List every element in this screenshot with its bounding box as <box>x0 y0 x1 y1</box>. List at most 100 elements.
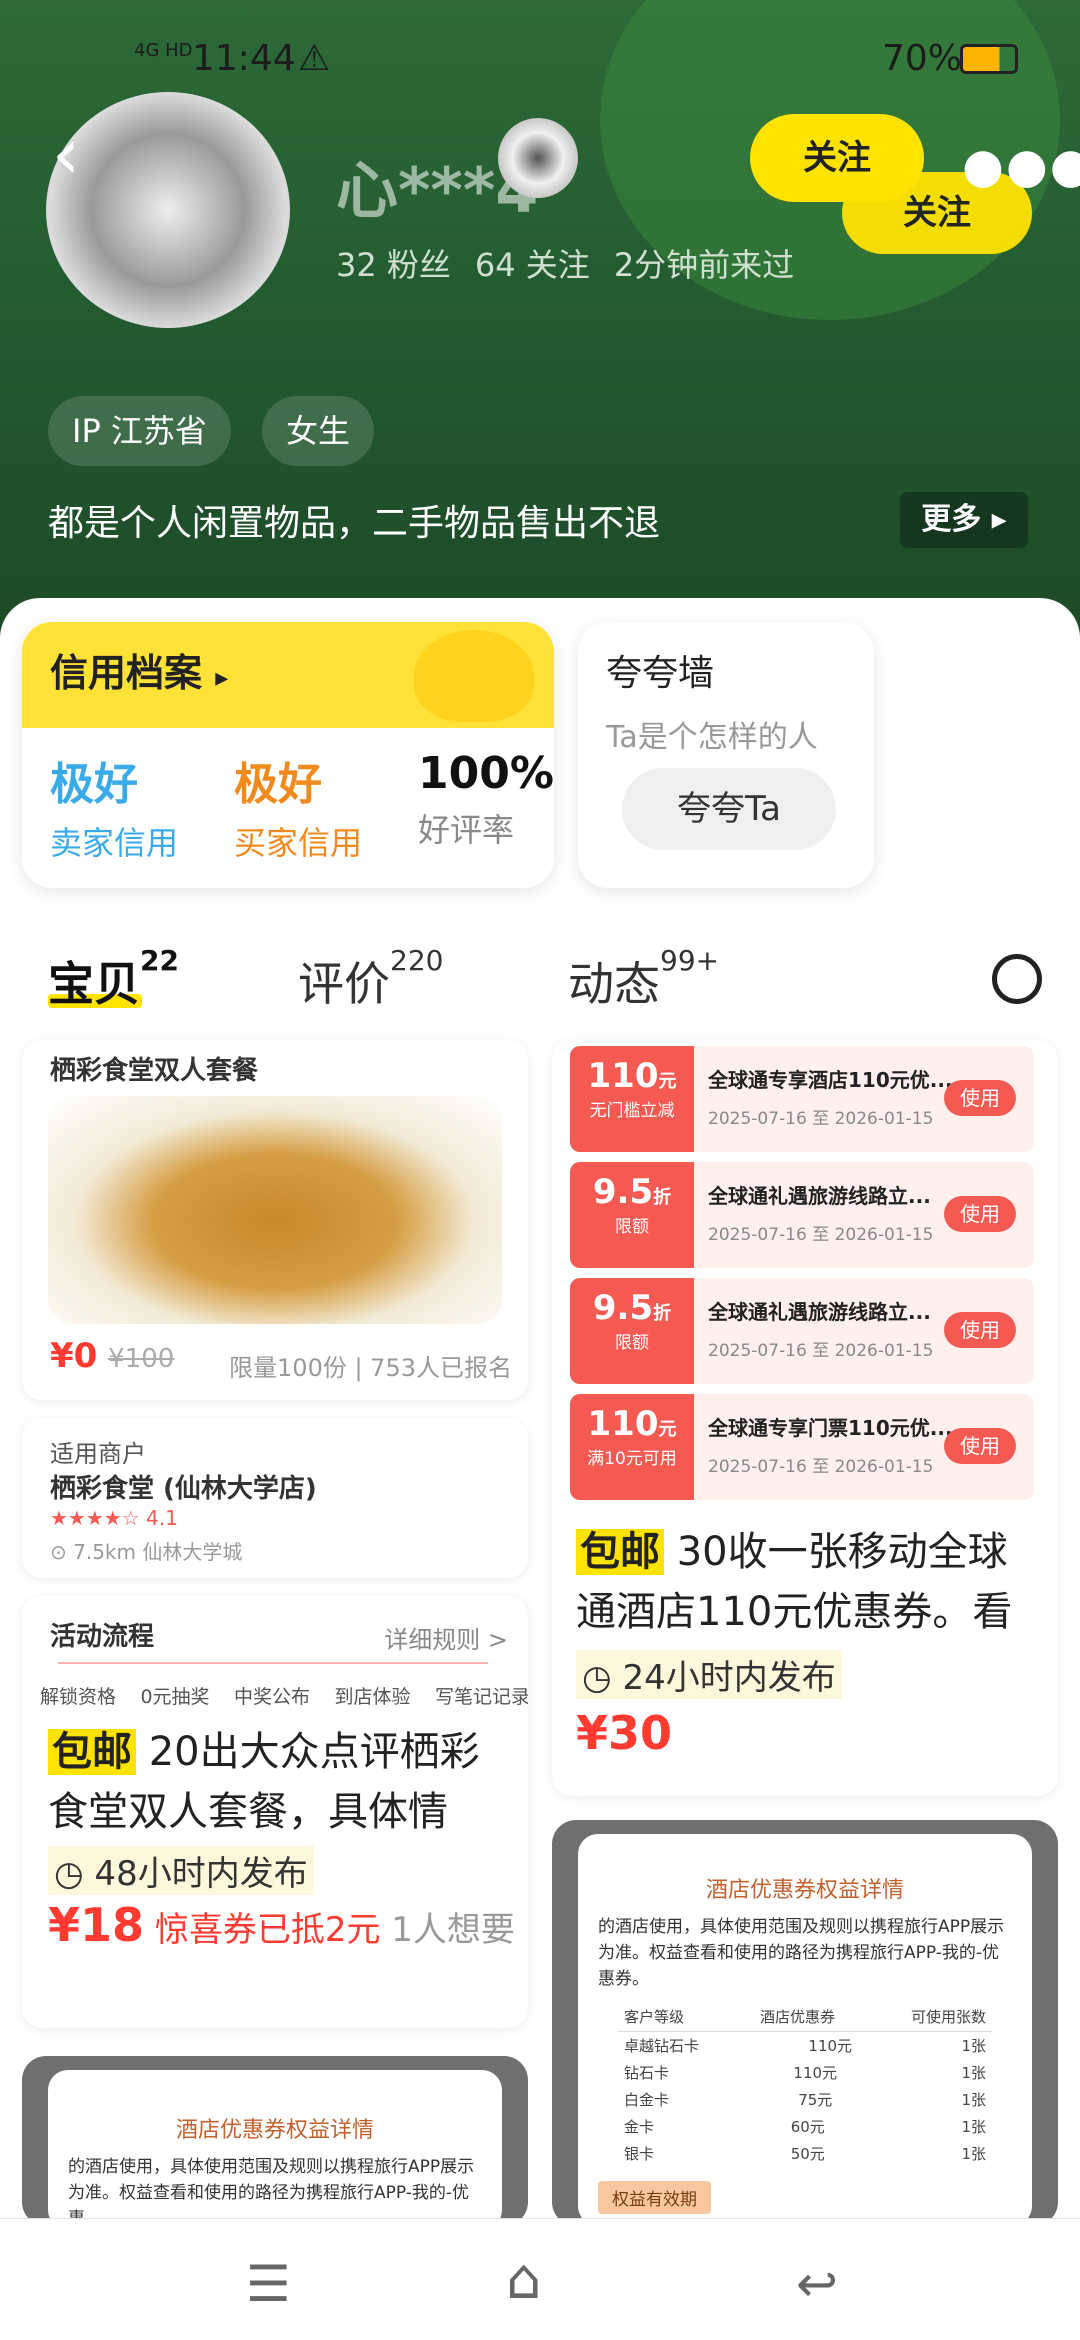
detail-cell: 1张 <box>961 2091 986 2109</box>
back-arrow-icon[interactable]: ‹ <box>52 119 112 194</box>
coupon-item: 9.5折 限额 全球通礼遇旅游线路立... 2025-07-16 至 2026-0… <box>570 1278 1034 1384</box>
detail-cell: 1张 <box>961 2064 986 2082</box>
tab-activity[interactable]: 动态99+ <box>568 944 719 1014</box>
buyer-credit: 极好 买家信用 <box>234 748 362 864</box>
system-nav-bar: ☰ ⌂ ↩ <box>0 2218 1080 2340</box>
meal-limit: 限量100份 | 753人已报名 <box>229 1354 512 1382</box>
detail-cell: 50元 <box>790 2145 825 2163</box>
back-icon[interactable]: ↩ <box>796 2255 838 2313</box>
coupon-item: 110元 满10元可用 全球通专享门票110元优... 2025-07-16 至 … <box>570 1394 1034 1500</box>
item2-title[interactable]: 包邮 30收一张移动全球通酒店110元优惠券。看 <box>576 1522 1036 1642</box>
tab-activity-label: 动态 <box>568 957 660 1011</box>
item1-coupon: 惊喜券已抵2元 <box>154 1910 381 1950</box>
item1-time-text: 48小时内发布 <box>94 1854 308 1894</box>
coupon-unit: 元 <box>658 1419 677 1440</box>
coupon-amount: 110 <box>587 1056 659 1096</box>
merchant-heading: 适用商户 <box>50 1440 146 1468</box>
credit-profile-card[interactable]: 信用档案 ▸ 极好 卖家信用 极好 买家信用 100% 好评率 <box>22 622 554 888</box>
coupon-item: 9.5折 限额 全球通礼遇旅游线路立... 2025-07-16 至 2026-0… <box>570 1162 1034 1268</box>
coupon-unit: 元 <box>658 1071 677 1092</box>
free-shipping-badge: 包邮 <box>48 1729 136 1775</box>
coupon-use-button[interactable]: 使用 <box>944 1312 1016 1348</box>
detail-cell: 1张 <box>961 2145 986 2163</box>
item2-price: ¥30 <box>576 1706 673 1760</box>
coupon-name: 全球通礼遇旅游线路立... <box>708 1184 931 1208</box>
last-seen: 2分钟前来过 <box>613 246 795 284</box>
credit-grid: 极好 卖家信用 极好 买家信用 100% 好评率 <box>50 748 554 864</box>
detail-table-row: 金卡 60元 1张 <box>618 2113 992 2140</box>
detail-cell: 卓越钻石卡 <box>624 2037 700 2055</box>
detail-cell: 75元 <box>798 2091 833 2109</box>
detail-image-left[interactable]: 酒店优惠券权益详情 的酒店使用，具体使用范围及规则以携程旅行APP展示为准。权益… <box>22 2056 528 2230</box>
positive-rate-value: 100% <box>418 748 554 799</box>
detail-cell: 110元 <box>793 2064 838 2082</box>
item1-title[interactable]: 包邮 20出大众点评栖彩食堂双人套餐，具体情 <box>48 1722 508 1842</box>
coupon-amount-block: 9.5折 限额 <box>570 1162 694 1268</box>
home-icon[interactable]: ⌂ <box>506 2247 542 2312</box>
coupon-condition: 限额 <box>615 1333 649 1353</box>
detail-heading: 酒店优惠券权益详情 <box>705 1878 904 1903</box>
search-icon[interactable] <box>992 954 1042 1004</box>
coupon-name: 全球通专享酒店110元优... <box>708 1068 953 1092</box>
meal-photo[interactable] <box>48 1096 502 1324</box>
battery-percent: 70% <box>882 38 963 79</box>
profile-bio: 都是个人闲置物品，二手物品售出不退 <box>48 503 661 544</box>
flow-step: 写笔记记录 <box>434 1686 528 1708</box>
coupon-amount-block: 9.5折 限额 <box>570 1278 694 1384</box>
profile-stats: 32 粉丝 64 关注 2分钟前来过 <box>336 240 794 286</box>
coupon-use-button[interactable]: 使用 <box>944 1080 1016 1116</box>
detail-table-col: 酒店优惠券 <box>759 2008 835 2026</box>
menu-icon[interactable]: ☰ <box>246 2255 291 2313</box>
merchant-name: 栖彩食堂 (仙林大学店) <box>50 1474 317 1504</box>
coupon-use-button[interactable]: 使用 <box>944 1196 1016 1232</box>
meal-price-old: ¥100 <box>108 1344 175 1374</box>
merchant-distance: ⊙ 7.5km 仙林大学城 <box>50 1540 243 1564</box>
praise-subtitle: Ta是个怎样的人 <box>606 720 818 755</box>
bio-more-button[interactable]: 更多 ▸ <box>900 492 1028 548</box>
ip-location-tag: IP 江苏省 <box>48 396 231 466</box>
flow-rules-link[interactable]: 详细规则 > <box>384 1620 508 1655</box>
tab-reviews-label: 评价 <box>298 957 390 1011</box>
meal-price: ¥0 ¥100 <box>50 1336 174 1376</box>
mascot-chick-icon <box>414 630 534 722</box>
item1-listing-card[interactable]: 活动流程 详细规则 > 解锁资格 0元抽奖 中奖公布 到店体验 写笔记记录 包邮… <box>22 1596 528 2028</box>
detail-table-head: 客户等级 酒店优惠券 可使用张数 <box>618 2002 992 2032</box>
followers-count[interactable]: 32 粉丝 <box>336 240 451 286</box>
detail-heading: 酒店优惠券权益详情 <box>175 2118 374 2143</box>
coupon-amount-block: 110元 无门槛立减 <box>570 1046 694 1152</box>
tab-items-count: 22 <box>140 944 179 977</box>
warning-icon: ⚠ <box>298 38 331 79</box>
free-shipping-badge: 包邮 <box>576 1529 664 1575</box>
detail-table-row: 钻石卡 110元 1张 <box>618 2059 992 2086</box>
coupon-amount: 9.5 <box>592 1172 654 1212</box>
merchant-distance-text: 7.5km 仙林大学城 <box>73 1540 243 1564</box>
detail-table-row: 卓越钻石卡 110元 1张 <box>618 2032 992 2059</box>
credit-title: 信用档案 <box>50 651 203 695</box>
bio-more-label: 更多 <box>921 502 982 537</box>
merchant-card: 适用商户 栖彩食堂 (仙林大学店) ★★★★☆ 4.1 ⊙ 7.5km 仙林大学… <box>22 1418 528 1578</box>
coupon-use-button[interactable]: 使用 <box>944 1428 1016 1464</box>
battery-icon <box>960 44 1018 74</box>
tab-reviews[interactable]: 评价220 <box>298 944 443 1014</box>
seller-credit-label: 卖家信用 <box>50 824 179 862</box>
coupon-date: 2025-07-16 至 2026-01-15 <box>708 1341 934 1361</box>
coupon-condition: 满10元可用 <box>587 1449 677 1469</box>
follow-button[interactable]: 关注 <box>750 114 924 202</box>
profile-header: 4G HD 11:44 ⚠ 70% ‹ 心***4 32 粉丝 64 关注 2分… <box>0 0 1080 640</box>
praise-wall-card[interactable]: 夸夸墙 Ta是个怎样的人 夸夸Ta <box>578 622 874 888</box>
detail-cell: 钻石卡 <box>624 2064 670 2082</box>
more-options-icon[interactable]: ●●● <box>962 138 1080 194</box>
positive-rate-label: 好评率 <box>418 811 515 849</box>
tab-activity-count: 99+ <box>660 944 720 977</box>
detail-cell: 60元 <box>790 2118 825 2136</box>
tab-items[interactable]: 宝贝22 <box>48 944 179 1014</box>
flow-line <box>58 1662 488 1664</box>
merchant-rating-value: 4.1 <box>146 1506 178 1530</box>
detail-cell: 金卡 <box>624 2118 655 2136</box>
status-time: 11:44 <box>192 38 296 79</box>
buyer-credit-value: 极好 <box>234 759 323 810</box>
following-count[interactable]: 64 关注 <box>475 240 590 286</box>
praise-button[interactable]: 夸夸Ta <box>622 768 836 850</box>
detail-image-right[interactable]: 酒店优惠券权益详情 的酒店使用，具体使用范围及规则以携程旅行APP展示为准。权益… <box>552 1820 1058 2226</box>
detail-table: 客户等级 酒店优惠券 可使用张数 卓越钻石卡 110元 1张 钻石卡 110元 1张 白金卡… <box>618 2002 992 2167</box>
